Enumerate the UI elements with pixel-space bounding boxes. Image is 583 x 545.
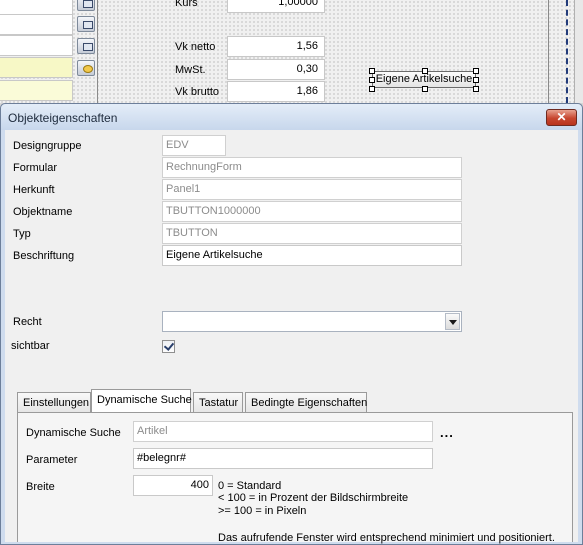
form-designer-canvas: Kurs 1,00000 Vk netto 1,56 MwSt. 0,30 Vk… bbox=[0, 0, 583, 103]
designgruppe-field[interactable]: EDV bbox=[162, 135, 226, 156]
beschriftung-label: Beschriftung bbox=[13, 250, 75, 262]
mwst-label: MwSt. bbox=[175, 64, 206, 76]
breite-hint-1: 0 = Standard bbox=[218, 480, 282, 492]
lock-icon[interactable] bbox=[77, 60, 95, 76]
breite-hint-3: >= 100 = in Pixeln bbox=[218, 505, 307, 517]
mwst-field[interactable]: 0,30 bbox=[227, 59, 325, 80]
herkunft-field[interactable]: Panel1 bbox=[162, 179, 462, 200]
kurs-field[interactable]: 1,00000 bbox=[227, 0, 325, 13]
dynamische-suche-field[interactable]: Artikel bbox=[133, 421, 433, 442]
typ-field[interactable]: TBUTTON bbox=[162, 223, 462, 244]
lookup-icon[interactable] bbox=[77, 38, 95, 54]
recht-label: Recht bbox=[13, 316, 42, 328]
resize-handle[interactable] bbox=[369, 68, 375, 74]
breite-label: Breite bbox=[26, 481, 55, 493]
designer-field[interactable] bbox=[0, 57, 73, 78]
tab-bedingte-eigenschaften[interactable]: Bedingte Eigenschaften bbox=[245, 392, 367, 412]
dialog-titlebar[interactable]: Objekteigenschaften ✕ bbox=[1, 104, 582, 130]
parameter-field[interactable]: #belegnr# bbox=[133, 448, 433, 469]
chevron-down-icon[interactable] bbox=[445, 313, 460, 330]
breite-hint-2: < 100 = in Prozent der Bildschirmbreite bbox=[218, 492, 409, 504]
breite-field[interactable]: 400 bbox=[133, 475, 213, 496]
tab-strip: Einstellungen Dynamische Suche Tastatur … bbox=[17, 389, 573, 412]
resize-handle[interactable] bbox=[422, 86, 428, 92]
designer-divider bbox=[97, 0, 98, 103]
tab-panel-dynamische-suche: Dynamische Suche Artikel ... Parameter #… bbox=[17, 412, 573, 544]
designer-field[interactable] bbox=[0, 14, 73, 35]
resize-handle[interactable] bbox=[369, 77, 375, 83]
footer-note: Das aufrufende Fenster wird entsprechend… bbox=[218, 532, 555, 544]
vk-brutto-field[interactable]: 1,86 bbox=[227, 81, 325, 102]
tab-tastatur[interactable]: Tastatur bbox=[193, 392, 243, 412]
recht-select[interactable] bbox=[162, 311, 462, 332]
designer-border bbox=[548, 0, 549, 103]
beschriftung-field[interactable]: Eigene Artikelsuche bbox=[162, 245, 462, 266]
dialog-title: Objekteigenschaften bbox=[8, 111, 118, 125]
vk-brutto-label: Vk brutto bbox=[175, 86, 220, 98]
sichtbar-checkbox[interactable] bbox=[162, 340, 175, 353]
lookup-icon[interactable] bbox=[77, 0, 95, 11]
designer-field[interactable] bbox=[0, 80, 73, 101]
designer-field[interactable] bbox=[0, 0, 73, 15]
properties-dialog: Objekteigenschaften ✕ Designgruppe EDV F… bbox=[0, 103, 583, 545]
browse-button[interactable]: ... bbox=[440, 425, 454, 440]
objektname-label: Objektname bbox=[13, 206, 73, 218]
formular-field[interactable]: RechnungForm bbox=[162, 157, 462, 178]
typ-label: Typ bbox=[13, 228, 31, 240]
sichtbar-label: sichtbar bbox=[11, 340, 50, 352]
designer-field[interactable] bbox=[0, 35, 73, 56]
vk-netto-label: Vk netto bbox=[175, 41, 216, 53]
tab-dynamische-suche[interactable]: Dynamische Suche bbox=[91, 389, 192, 412]
designer-edge bbox=[574, 0, 583, 103]
resize-handle[interactable] bbox=[369, 86, 375, 92]
dialog-client-area: Designgruppe EDV Formular RechnungForm H… bbox=[5, 130, 578, 544]
resize-handle[interactable] bbox=[473, 86, 479, 92]
close-icon: ✕ bbox=[556, 110, 567, 124]
designgruppe-label: Designgruppe bbox=[13, 140, 82, 152]
resize-handle[interactable] bbox=[473, 68, 479, 74]
objektname-field[interactable]: TBUTTON1000000 bbox=[162, 201, 462, 222]
resize-handle[interactable] bbox=[422, 68, 428, 74]
kurs-label: Kurs bbox=[175, 0, 198, 9]
formular-label: Formular bbox=[13, 162, 58, 174]
herkunft-label: Herkunft bbox=[13, 184, 55, 196]
lookup-icon[interactable] bbox=[77, 16, 95, 32]
dynamische-suche-label: Dynamische Suche bbox=[26, 427, 121, 439]
page-margin-line bbox=[566, 0, 568, 103]
resize-handle[interactable] bbox=[473, 77, 479, 83]
close-button[interactable]: ✕ bbox=[546, 109, 577, 126]
tab-einstellungen[interactable]: Einstellungen bbox=[17, 392, 91, 412]
vk-netto-field[interactable]: 1,56 bbox=[227, 36, 325, 57]
parameter-label: Parameter bbox=[26, 454, 78, 466]
